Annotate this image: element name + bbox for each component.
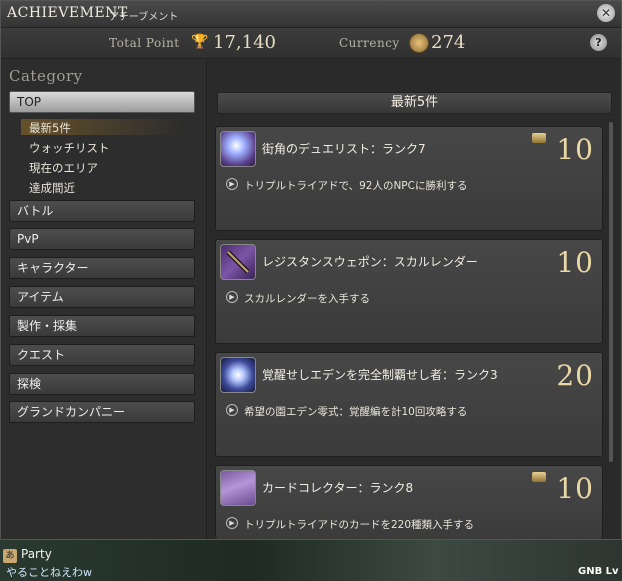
sub-item-latest[interactable]: 最新5件 [29,120,71,136]
achievement-list-panel: 最新5件 街角のデュエリスト：ランク7 10 ▶ トリプルトライアドで、92人の… [207,59,621,539]
chest-icon [532,133,546,143]
achievement-points: 20 [556,359,594,392]
achievement-title: カードコレクター：ランク8 [262,481,414,495]
achievement-points: 10 [556,133,594,166]
job-level-tag: GNB Lv [578,566,619,577]
category-quest[interactable]: クエスト [9,344,195,366]
achievement-card[interactable]: レジスタンスウェポン：スカルレンダー 10 ▶ スカルレンダーを入手する [215,239,603,344]
category-top-button[interactable]: TOP [9,91,195,113]
category-item[interactable]: アイテム [9,286,195,308]
sub-item-current-area[interactable]: 現在のエリア [29,160,98,176]
sub-item-watchlist[interactable]: ウォッチリスト [29,140,110,156]
category-sidebar: Category TOP 最新5件 ウォッチリスト 現在のエリア 達成間近 バト… [1,59,207,539]
category-heading: Category [9,67,83,85]
help-button[interactable]: ? [590,34,607,51]
achievement-description: トリプルトライアドで、92人のNPCに勝利する [244,180,468,192]
achievement-description: スカルレンダーを入手する [244,293,370,305]
duelist-card-icon [220,131,256,167]
achievement-card[interactable]: 街角のデュエリスト：ランク7 10 ▶ トリプルトライアドで、92人のNPCに勝… [215,126,603,231]
game-hud-bottom: あ Party やることねえわw GNB Lv [0,540,622,581]
scrollbar[interactable] [609,122,613,462]
title-bar[interactable]: ACHIEVEMENT アチーブメント ✕ [1,1,621,28]
party-member[interactable]: やることねえわw [6,564,92,580]
play-icon: ▶ [226,291,238,303]
gunblade-icon [220,244,256,280]
achievement-title: 街角のデュエリスト：ランク7 [262,142,426,156]
total-point-value: 17,140 [213,32,276,53]
achievement-description: トリプルトライアドのカードを220種類入手する [244,519,475,531]
total-point-label: Total Point [109,36,180,50]
play-icon: ▶ [226,178,238,190]
achievement-card[interactable]: 覚醒せしエデンを完全制覇せし者：ランク3 20 ▶ 希望の園エデン零式：覚醒編を… [215,352,603,457]
category-exploration[interactable]: 探検 [9,373,195,395]
window-subtitle: アチーブメント [109,12,179,23]
play-icon: ▶ [226,404,238,416]
achievement-title: レジスタンスウェポン：スカルレンダー [262,255,478,269]
achievement-window: ACHIEVEMENT アチーブメント ✕ Total Point 🏆 17,1… [0,0,622,540]
currency-value: 274 [431,32,466,53]
category-grand-company[interactable]: グランドカンパニー [9,401,195,423]
card-collector-icon [220,470,256,506]
achievement-points: 10 [556,246,594,279]
coin-icon [409,33,429,53]
eden-crystal-icon [220,357,256,393]
achievement-title: 覚醒せしエデンを完全制覇せし者：ランク3 [262,368,498,382]
achievement-points: 10 [556,472,594,505]
achievement-description: 希望の園エデン零式：覚醒編を計10回攻略する [244,406,468,418]
section-title: 最新5件 [217,92,612,114]
party-icon: あ [3,549,17,563]
party-label[interactable]: Party [21,547,52,561]
trophy-icon: 🏆 [191,34,209,50]
category-crafting[interactable]: 製作・採集 [9,315,195,337]
close-icon[interactable]: ✕ [597,4,615,22]
chest-icon [532,472,546,482]
play-icon: ▶ [226,517,238,529]
category-pvp[interactable]: PvP [9,228,195,250]
category-battle[interactable]: バトル [9,200,195,222]
currency-label: Currency [339,36,400,50]
sub-item-near-complete[interactable]: 達成間近 [29,180,75,196]
achievement-card[interactable]: カードコレクター：ランク8 10 ▶ トリプルトライアドのカードを220種類入手… [215,465,603,539]
stats-bar: Total Point 🏆 17,140 Currency 274 ? [1,28,621,59]
category-character[interactable]: キャラクター [9,257,195,279]
